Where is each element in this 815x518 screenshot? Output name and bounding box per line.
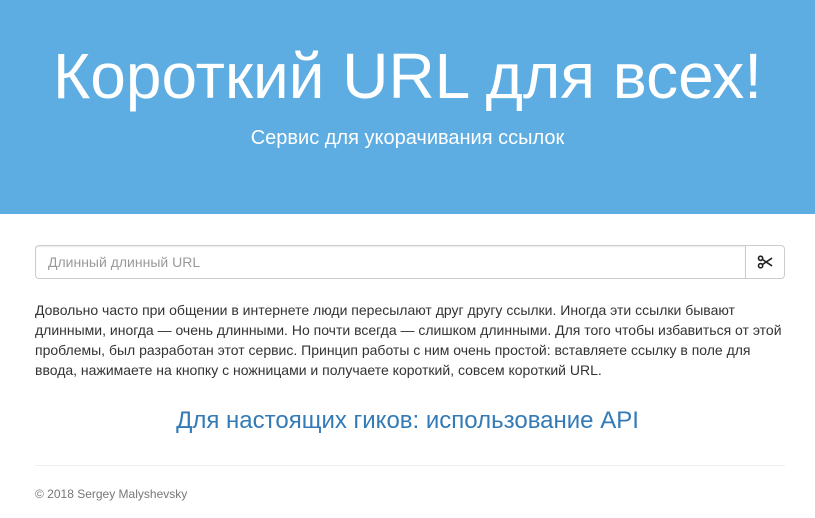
- api-docs-link[interactable]: Для настоящих гиков: использование API: [0, 406, 815, 436]
- page-title: Короткий URL для всех!: [52, 40, 763, 112]
- service-description: Довольно часто при общении в интернете л…: [35, 302, 782, 378]
- shorten-button[interactable]: [745, 245, 785, 279]
- page-subtitle: Сервис для укорачивания ссылок: [250, 127, 565, 149]
- url-shortener-form: [35, 245, 785, 279]
- footer-divider: [35, 465, 785, 466]
- scissors-icon: [757, 254, 773, 270]
- footer-copyright: © 2018 Sergey Malyshevsky: [35, 487, 188, 501]
- long-url-input[interactable]: [35, 245, 745, 279]
- hero-banner: Короткий URL для всех! Сервис для укорач…: [0, 0, 815, 214]
